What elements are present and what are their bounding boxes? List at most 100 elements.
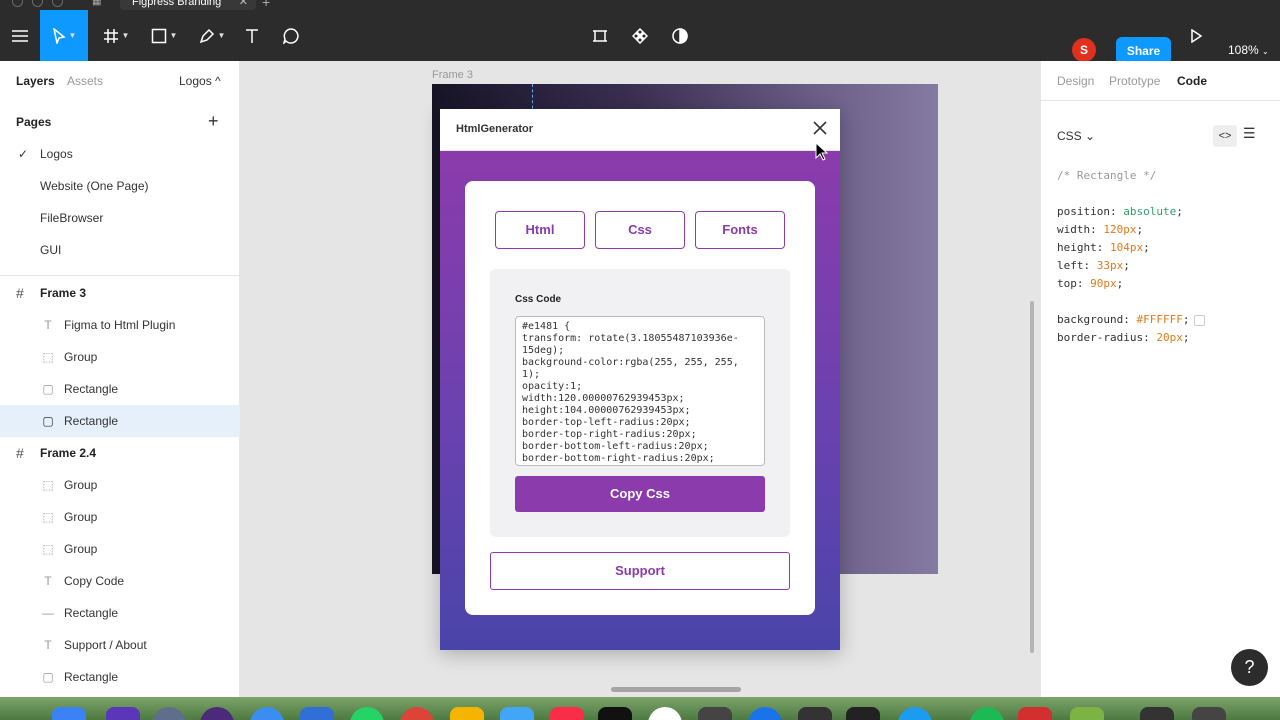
add-tab-icon[interactable]: + xyxy=(262,0,270,10)
tab-assets[interactable]: Assets xyxy=(67,74,103,88)
whatsapp-icon[interactable] xyxy=(350,707,384,720)
group-icon: ⬚ xyxy=(42,510,54,524)
crop-icon[interactable] xyxy=(586,10,614,61)
layer-item[interactable]: T Copy Code xyxy=(0,565,240,597)
app-icon[interactable] xyxy=(106,707,140,720)
app-icon[interactable] xyxy=(648,707,682,720)
page-item[interactable]: GUI xyxy=(0,234,240,266)
color-swatch[interactable] xyxy=(1194,315,1205,326)
page-selector[interactable]: Logos ^ xyxy=(179,74,221,88)
close-window-dot[interactable] xyxy=(12,0,23,7)
photos-icon[interactable] xyxy=(450,707,484,720)
layers-panel: Layers Assets Logos ^ Pages + ✓ Logos Web… xyxy=(0,61,240,697)
layer-item[interactable]: — Rectangle xyxy=(0,597,240,629)
css-property-line: border-radius: 20px; xyxy=(1057,331,1190,344)
spotify-icon[interactable] xyxy=(970,707,1004,720)
html-tab-button[interactable]: Html xyxy=(495,211,585,249)
css-properties: position: absolute; width: 120px; height: … xyxy=(1057,203,1183,293)
app-icon[interactable] xyxy=(748,707,782,720)
css-code-textarea[interactable]: #e1481 { transform: rotate(3.18055487103… xyxy=(515,316,765,466)
plugin-title: HtmlGenerator xyxy=(456,123,534,135)
page-item[interactable]: ✓ Logos xyxy=(0,138,240,170)
user-avatar[interactable]: S xyxy=(1072,38,1096,62)
layer-label: Rectangle xyxy=(64,670,119,684)
tab-prototype[interactable]: Prototype xyxy=(1109,74,1160,88)
component-icon[interactable] xyxy=(626,10,654,61)
app-icon[interactable] xyxy=(898,707,932,720)
list-view-icon[interactable]: ☰ xyxy=(1243,125,1256,142)
horizontal-scrollbar[interactable] xyxy=(611,687,741,692)
safari-icon[interactable] xyxy=(250,707,284,720)
close-icon[interactable] xyxy=(812,120,828,141)
comment-tool-button[interactable] xyxy=(276,10,306,61)
layer-item[interactable]: T Figma to Html Plugin xyxy=(0,309,240,341)
app-icon[interactable] xyxy=(1070,707,1104,720)
page-item[interactable]: FileBrowser xyxy=(0,202,240,234)
page-item[interactable]: Website (One Page) xyxy=(0,170,240,202)
css-property-line: position: absolute; xyxy=(1057,205,1183,218)
figma-icon[interactable] xyxy=(798,707,832,720)
terminal-icon[interactable] xyxy=(598,707,632,720)
zoom-window-dot[interactable] xyxy=(52,0,63,7)
css-tab-button[interactable]: Css xyxy=(595,211,685,249)
tab-code[interactable]: Code xyxy=(1177,74,1207,88)
app-icon[interactable] xyxy=(698,707,732,720)
tab-design[interactable]: Design xyxy=(1057,74,1094,88)
language-select[interactable]: CSS ⌄ xyxy=(1057,129,1095,143)
app-icon[interactable] xyxy=(200,707,234,720)
copy-css-button[interactable]: Copy Css xyxy=(515,476,765,512)
layer-item[interactable]: T Support / About xyxy=(0,629,240,661)
rectangle-icon: ▢ xyxy=(42,414,54,428)
frame-tool-button[interactable]: ▼ xyxy=(96,10,136,61)
chrome-icon[interactable] xyxy=(400,707,434,720)
chevron-down-icon: ▼ xyxy=(121,31,130,40)
vscode-icon[interactable] xyxy=(300,707,334,720)
pen-tool-button[interactable]: ▼ xyxy=(192,10,232,61)
layer-frame[interactable]: # Frame 3 xyxy=(0,277,240,309)
text-layer-icon: T xyxy=(44,574,52,588)
layer-item[interactable]: ▢ Rectangle xyxy=(0,661,240,693)
tab-layers[interactable]: Layers xyxy=(16,74,55,88)
left-panel-tabs: Layers Assets Logos ^ xyxy=(0,61,239,101)
finder-icon[interactable] xyxy=(52,707,86,720)
help-button[interactable]: ? xyxy=(1231,649,1268,686)
music-icon[interactable] xyxy=(550,707,584,720)
app-icon[interactable] xyxy=(500,707,534,720)
grid-icon[interactable]: ▦ xyxy=(92,0,101,7)
frame-label[interactable]: Frame 3 xyxy=(432,69,473,81)
main-menu-icon[interactable] xyxy=(4,10,36,61)
trash-icon[interactable] xyxy=(1192,707,1226,720)
rectangle-icon: ▢ xyxy=(42,382,54,396)
file-tab[interactable]: Figpress Branding ✕ xyxy=(120,0,256,10)
canvas[interactable]: Frame 3 HtmlGenerator Html Css Fonts Css… xyxy=(240,61,1040,697)
present-play-icon[interactable] xyxy=(1184,10,1208,61)
layer-item[interactable]: ⬚ Group xyxy=(0,341,240,373)
code-view-icon[interactable]: <> xyxy=(1213,125,1237,147)
support-button[interactable]: Support xyxy=(490,552,790,590)
close-tab-icon[interactable]: ✕ xyxy=(239,0,248,10)
text-tool-button[interactable] xyxy=(238,10,266,61)
minimize-window-dot[interactable] xyxy=(32,0,43,7)
activity-monitor-icon[interactable] xyxy=(846,707,880,720)
layer-item[interactable]: ⬚ Group xyxy=(0,469,240,501)
fonts-tab-button[interactable]: Fonts xyxy=(695,211,785,249)
text-layer-icon: T xyxy=(44,318,52,332)
app-icon[interactable] xyxy=(1018,707,1052,720)
add-page-icon[interactable]: + xyxy=(208,111,219,132)
layer-label: Frame 2.4 xyxy=(40,446,97,460)
page-label: Logos xyxy=(40,147,73,161)
app-icon[interactable] xyxy=(1140,707,1174,720)
zoom-level[interactable]: 108% ⌄ xyxy=(1228,43,1269,57)
vertical-scrollbar[interactable] xyxy=(1030,301,1034,653)
move-tool-button[interactable]: ▼ xyxy=(40,10,88,61)
contrast-icon[interactable] xyxy=(666,10,694,61)
shape-tool-button[interactable]: ▼ xyxy=(144,10,184,61)
divider xyxy=(0,275,240,276)
layer-item-selected[interactable]: ▢ Rectangle xyxy=(0,405,240,437)
frame-icon: # xyxy=(16,445,24,461)
app-icon[interactable] xyxy=(152,707,186,720)
layer-item[interactable]: ▢ Rectangle xyxy=(0,373,240,405)
layer-item[interactable]: ⬚ Group xyxy=(0,501,240,533)
layer-frame[interactable]: # Frame 2.4 xyxy=(0,437,240,469)
layer-item[interactable]: ⬚ Group xyxy=(0,533,240,565)
